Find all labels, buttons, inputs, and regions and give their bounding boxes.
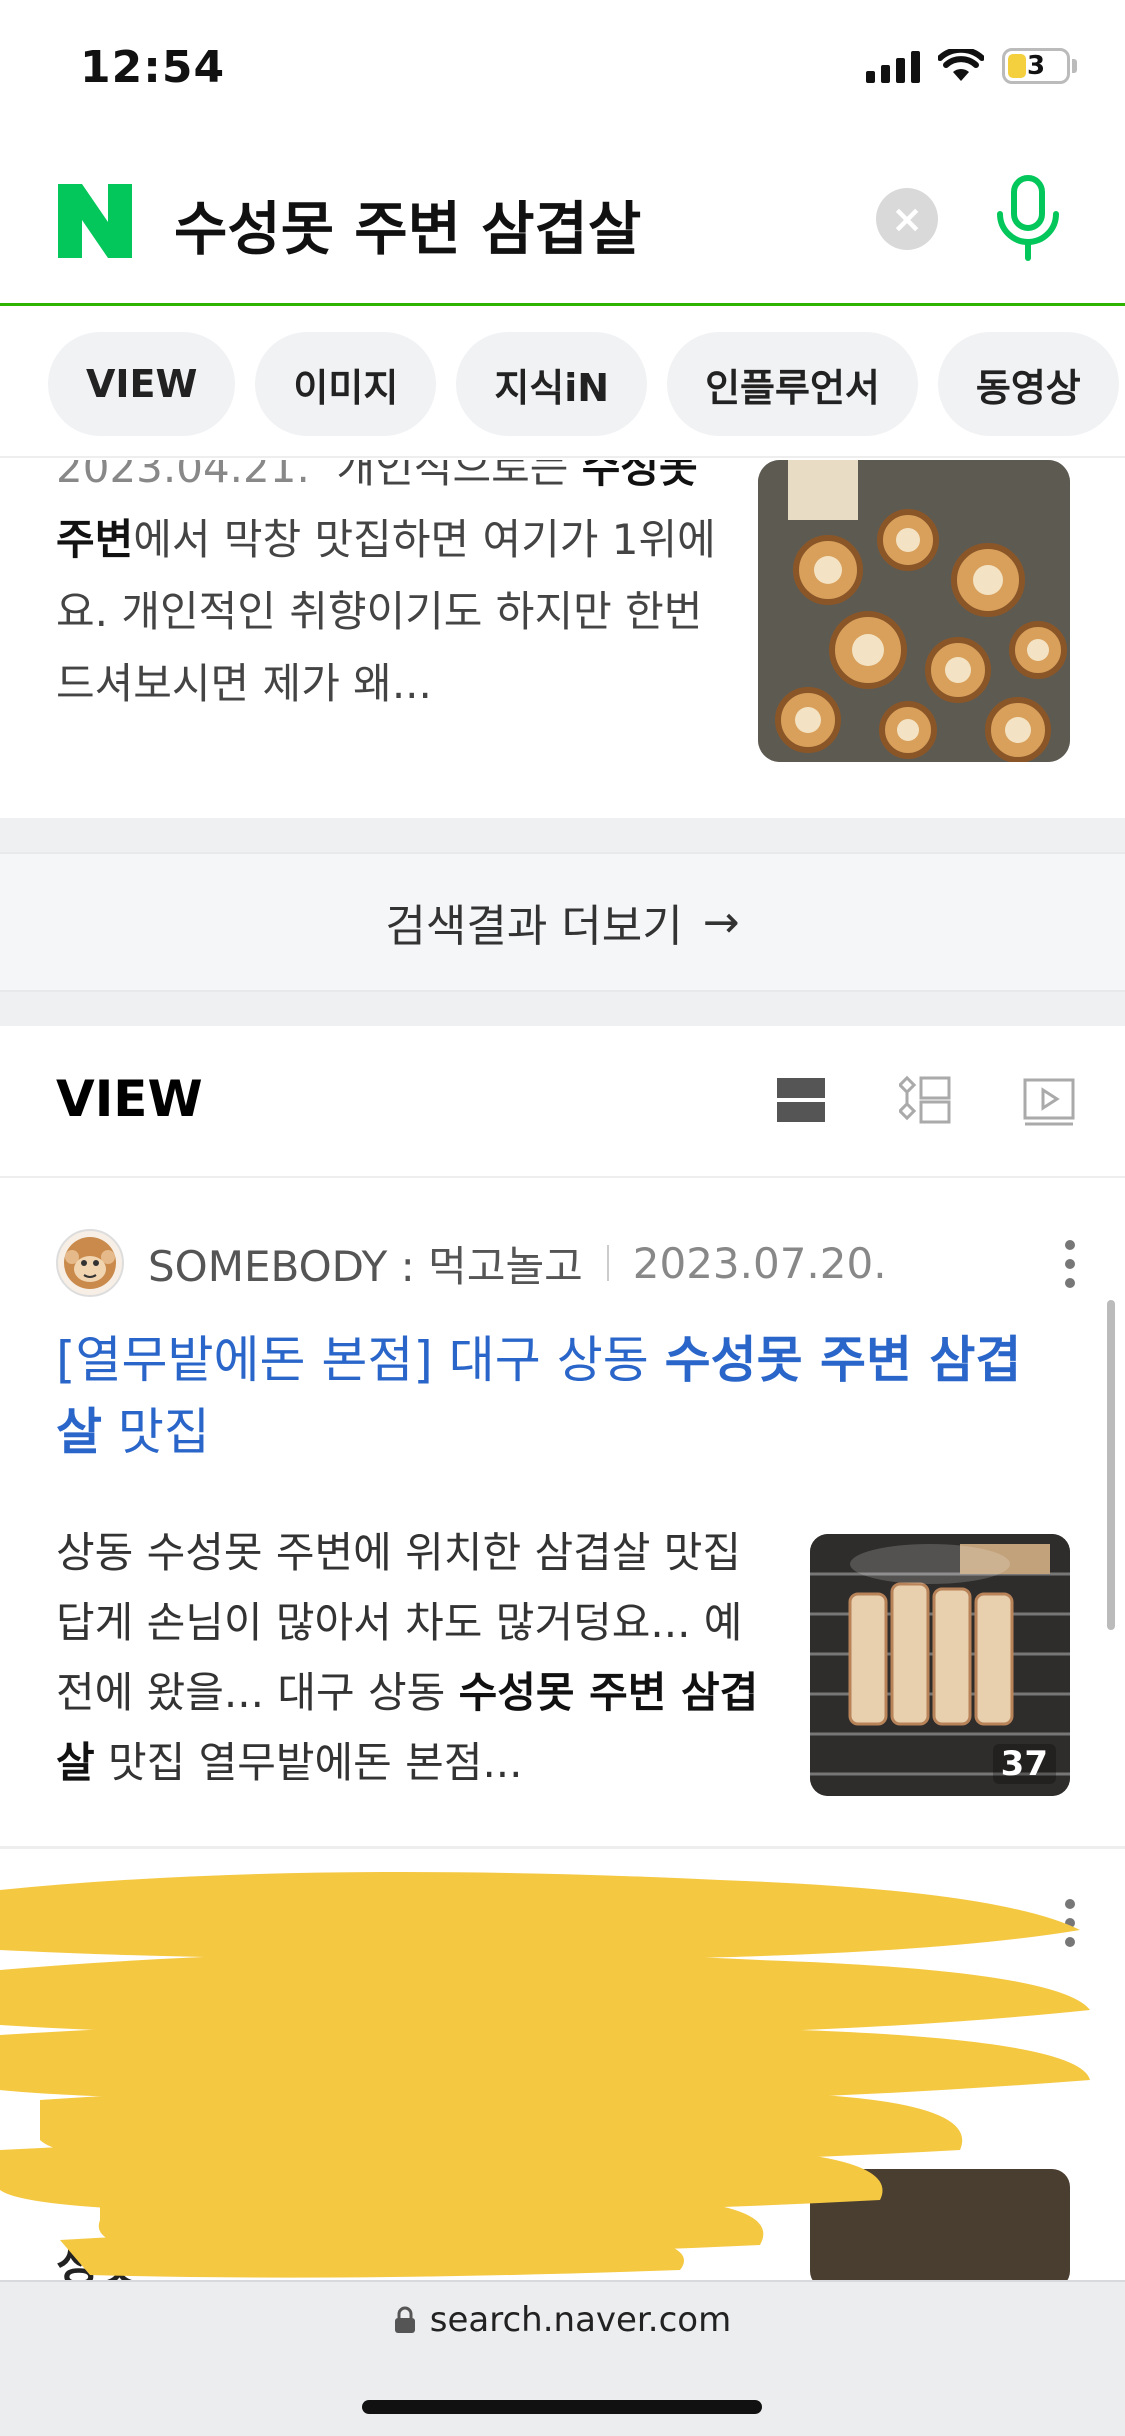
post-meta: SOMEBODY : 먹고놀고 2023.07.20.: [56, 1228, 887, 1298]
home-indicator[interactable]: [362, 2400, 762, 2414]
tab-influencer[interactable]: 인플루언서: [667, 332, 918, 436]
thumbnail-list-icon[interactable]: [899, 1074, 951, 1126]
post-author[interactable]: SOMEBODY : 먹고놀고: [148, 1233, 583, 1294]
view-section: VIEW SOMEBODY: 먹고놀고 2023.07.20. [열무밭에돈 …: [0, 1026, 1125, 2292]
section-gap: [0, 818, 1125, 852]
cellular-signal-icon: [866, 49, 920, 83]
tab-knowledge-in[interactable]: 지식iN: [456, 332, 648, 436]
tab-images[interactable]: 이미지: [255, 332, 437, 436]
result-date: 2023.04.21.: [56, 460, 310, 492]
tab-video[interactable]: 동영상: [937, 332, 1119, 436]
avatar[interactable]: [56, 1229, 124, 1297]
view-mode-toggles: [775, 1074, 1075, 1126]
wifi-icon: [938, 49, 984, 81]
address-bar[interactable]: search.naver.com: [0, 2300, 1125, 2340]
result-snippet: 2023.04.21. 개인적으로는 수성못 주변에서 막창 맛집하면 여기가 …: [56, 460, 716, 720]
post-title[interactable]: [열무밭에돈 본점] 대구 상동 수성못 주변 삼겹살 맛집: [56, 1324, 1066, 1468]
lock-icon: [394, 2306, 415, 2333]
view-title: VIEW: [56, 1070, 203, 1128]
more-options-icon[interactable]: [1063, 1899, 1077, 1947]
microphone-icon[interactable]: [990, 174, 1066, 264]
post-description: 상동 수성못 주변에 위치한 삼겹살 맛집답게 손님이 많아서 차도 많거덩요.…: [56, 1528, 759, 1787]
tab-view[interactable]: VIEW: [48, 332, 236, 436]
post-date: 2023.07.20.: [632, 1238, 887, 1288]
view-header: VIEW: [0, 1026, 1125, 1178]
search-tabs: VIEW 이미지 지식iN 인플루언서 동영상: [0, 312, 1125, 458]
status-time: 12:54: [80, 42, 226, 93]
post-thumbnail[interactable]: 37: [810, 1534, 1070, 1796]
post-thumbnail[interactable]: [810, 2169, 1070, 2289]
result-thumbnail[interactable]: [758, 460, 1070, 762]
search-header: 수성못 주변 삼겹살 ×: [0, 140, 1125, 306]
battery-level: 3: [1026, 51, 1046, 81]
image-count: 37: [992, 1744, 1056, 1784]
view-post[interactable]: SOMEBODY : 먹고놀고 2023.07.20. [열무밭에돈 본점] 대…: [0, 1228, 1125, 1808]
more-results-label: 검색결과 더보기: [385, 901, 683, 952]
clear-search-button[interactable]: ×: [876, 188, 938, 250]
search-result-card[interactable]: 2023.04.21. 개인적으로는 수성못 주변에서 막창 맛집하면 여기가 …: [0, 460, 1125, 818]
status-bar: 12:54 3: [0, 0, 1125, 140]
section-gap: [0, 992, 1125, 1026]
close-icon: ×: [891, 197, 923, 241]
scrollbar[interactable]: [1107, 1300, 1115, 1630]
view-post[interactable]: 성못: [0, 1846, 1125, 2292]
search-input[interactable]: 수성못 주변 삼겹살: [174, 182, 641, 266]
meta-divider: [606, 1245, 609, 1281]
arrow-right-icon: →: [702, 896, 740, 948]
url-text: search.naver.com: [429, 2300, 732, 2340]
battery-icon: 3: [1002, 48, 1070, 84]
list-view-icon[interactable]: [775, 1074, 827, 1126]
video-icon[interactable]: [1023, 1074, 1075, 1126]
browser-bottom-bar: search.naver.com: [0, 2280, 1125, 2436]
more-results-button[interactable]: 검색결과 더보기 →: [0, 852, 1125, 992]
naver-logo-icon[interactable]: [58, 184, 132, 258]
status-icons: 3: [866, 48, 1077, 84]
more-options-icon[interactable]: [1063, 1240, 1077, 1288]
